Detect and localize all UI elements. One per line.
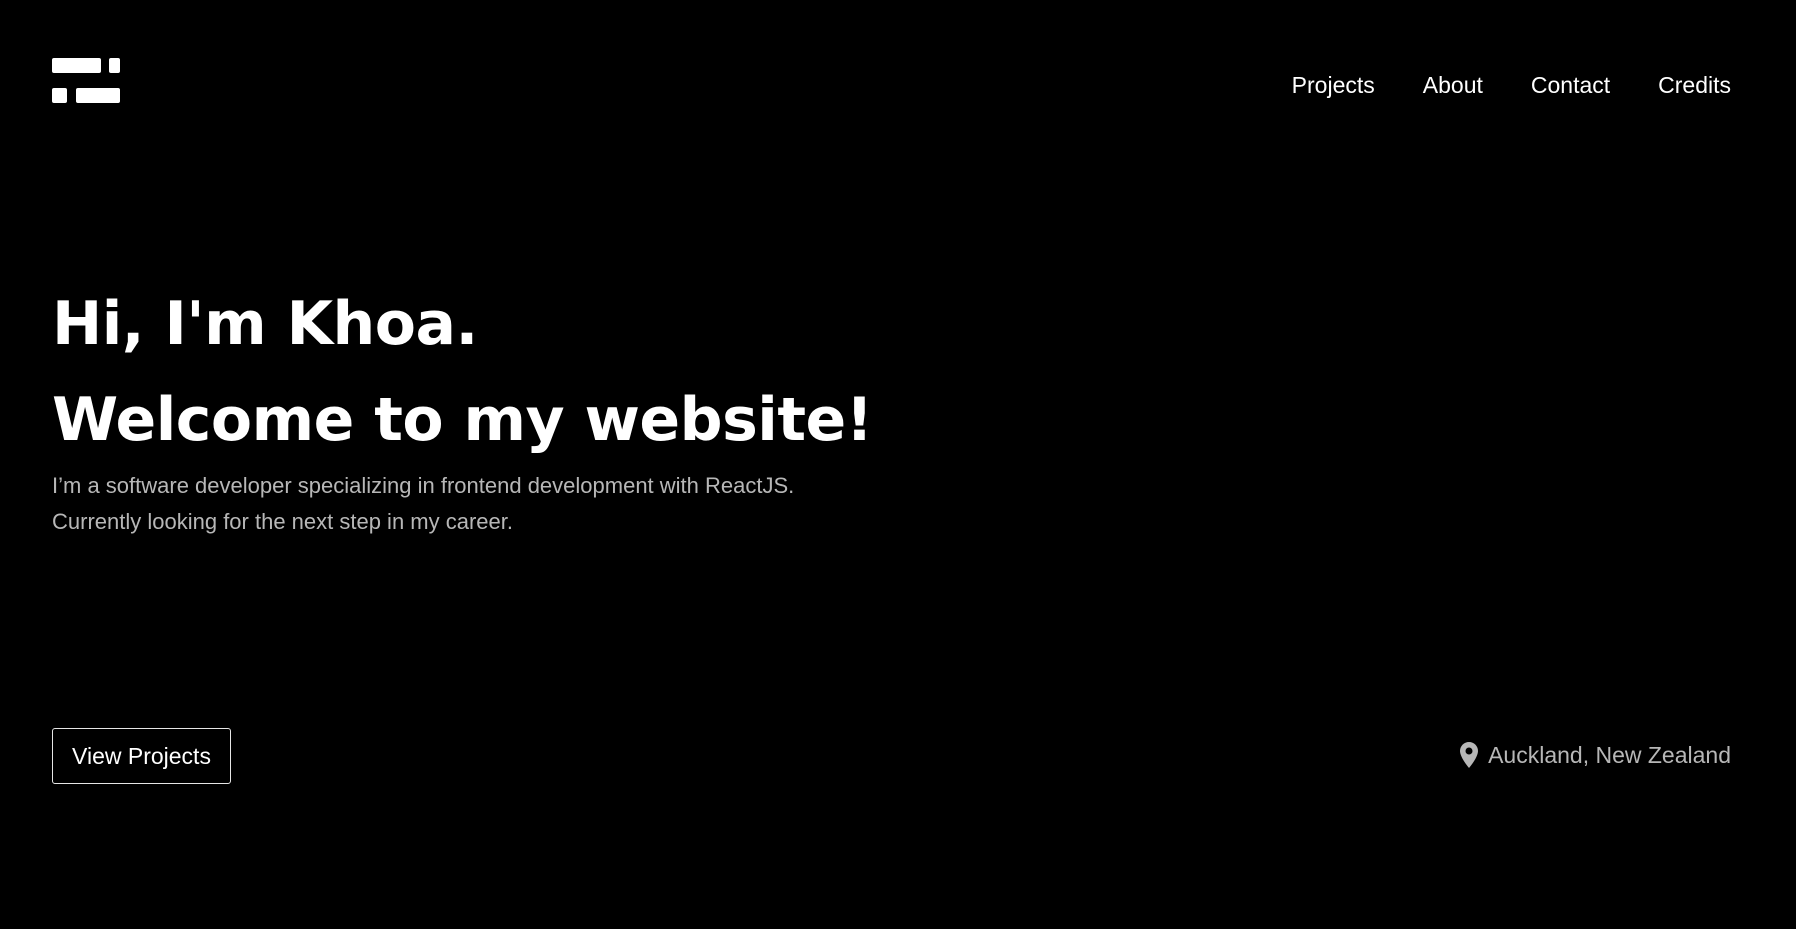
hero-intro-line-2: Currently looking for the next step in m… [52,509,513,534]
location: Auckland, New Zealand [1460,740,1731,770]
hero-greeting: Hi, I'm Khoa. [52,289,478,359]
site-logo[interactable] [52,58,120,104]
view-projects-button[interactable]: View Projects [52,728,231,784]
hero-intro-line-1: I’m a software developer specializing in… [52,473,795,498]
nav-link-projects[interactable]: Projects [1292,70,1375,100]
nav-link-about[interactable]: About [1423,70,1483,100]
location-text: Auckland, New Zealand [1488,742,1731,768]
brick-logo-icon [52,58,120,103]
main-nav: Projects About Contact Credits [1292,70,1731,100]
hero-welcome: Welcome to my website! [52,385,873,455]
nav-link-credits[interactable]: Credits [1658,70,1731,100]
hero-intro: I’m a software developer specializing in… [52,468,952,540]
nav-link-contact[interactable]: Contact [1531,70,1610,100]
map-pin-icon [1460,742,1479,768]
